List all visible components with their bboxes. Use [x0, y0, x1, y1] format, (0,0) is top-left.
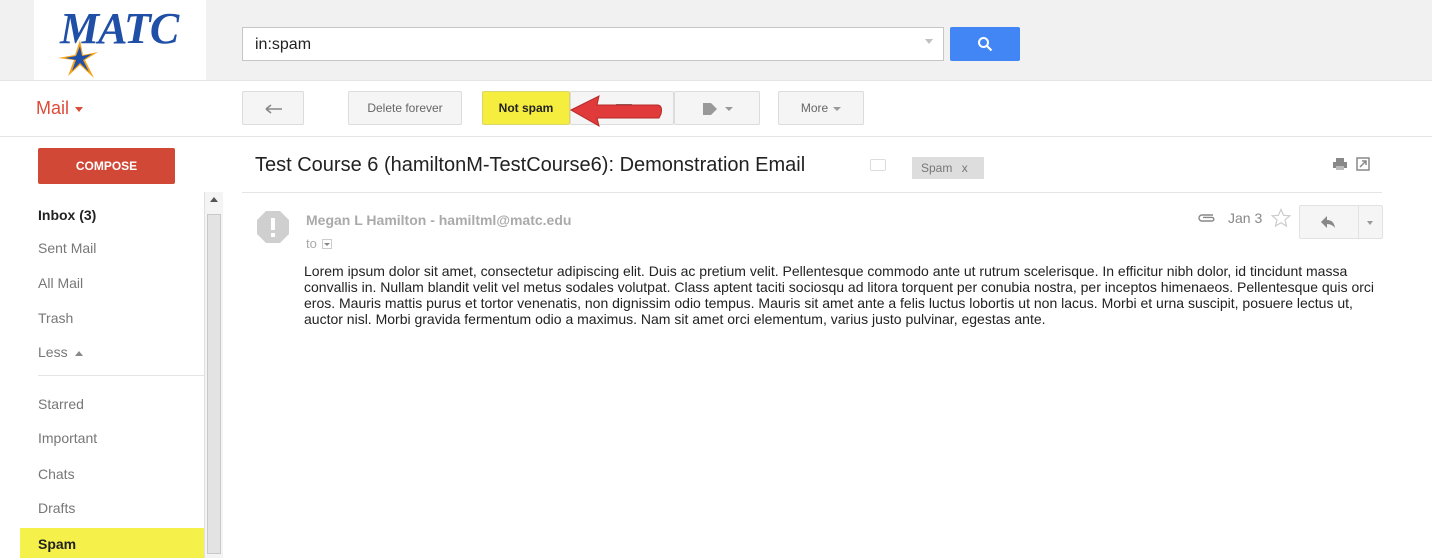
sidebar-item-less[interactable]: Less [38, 344, 84, 360]
chevron-down-icon [833, 106, 842, 111]
message-date: Jan 3 [1228, 210, 1263, 226]
reply-group [1299, 205, 1383, 239]
sidebar-item-starred[interactable]: Starred [38, 396, 84, 412]
more-options-chevron-icon[interactable] [1367, 221, 1373, 225]
print-icon[interactable] [1332, 157, 1348, 171]
sidebar-item-important[interactable]: Important [38, 430, 97, 446]
label-tag-icon [703, 103, 717, 115]
sidebar-divider [38, 375, 204, 376]
chevron-down-icon [725, 107, 733, 111]
reply-divider [1358, 206, 1359, 238]
importance-label-icon[interactable] [870, 159, 886, 171]
new-window-icon[interactable] [1356, 157, 1370, 171]
search-options-icon[interactable] [925, 39, 933, 44]
chevron-down-icon [75, 106, 84, 112]
logo-text: MATC [60, 4, 179, 53]
annotation-arrow-icon [569, 95, 662, 128]
not-spam-button[interactable]: Not spam [482, 91, 570, 125]
search-input[interactable] [253, 33, 907, 57]
star-icon[interactable] [1271, 208, 1291, 228]
recipient-line: to [306, 236, 332, 251]
labels-button[interactable] [674, 91, 760, 125]
sidebar-scrollbar[interactable] [204, 192, 223, 558]
sidebar-item-trash[interactable]: Trash [38, 310, 73, 326]
message-divider [242, 192, 1382, 193]
to-label: to [306, 236, 317, 251]
back-arrow-icon [265, 104, 282, 114]
search-icon [978, 37, 993, 52]
mail-label: Mail [36, 98, 70, 118]
spam-chip-label: Spam [921, 161, 953, 175]
more-label: More [800, 101, 829, 115]
spam-chip-close[interactable]: x [962, 161, 968, 175]
show-details-icon[interactable] [321, 239, 332, 249]
back-button[interactable] [242, 91, 304, 125]
more-button[interactable]: More [778, 91, 864, 125]
scrollbar-thumb[interactable] [207, 214, 221, 554]
sidebar-item-sent-mail[interactable]: Sent Mail [38, 240, 96, 256]
compose-button[interactable]: COMPOSE [38, 148, 175, 184]
mail-menu[interactable]: Mail [36, 98, 84, 119]
sidebar-item-chats[interactable]: Chats [38, 466, 75, 482]
reply-icon[interactable] [1320, 215, 1336, 229]
message-subject: Test Course 6 (hamiltonM-TestCourse6): D… [255, 154, 806, 176]
message-body: Lorem ipsum dolor sit amet, consectetur … [304, 263, 1375, 327]
less-label: Less [38, 344, 68, 360]
search-box[interactable] [242, 27, 944, 61]
sidebar-item-spam[interactable]: Spam [38, 536, 76, 552]
chevron-up-icon [75, 350, 84, 356]
spam-label-chip: Spam x [912, 157, 984, 179]
sidebar-item-drafts[interactable]: Drafts [38, 500, 75, 516]
scroll-up-icon[interactable] [210, 197, 218, 202]
delete-forever-button[interactable]: Delete forever [348, 91, 462, 125]
sidebar-item-inbox[interactable]: Inbox (3) [38, 207, 96, 223]
search-button[interactable] [950, 27, 1020, 61]
attachment-icon [1198, 214, 1215, 222]
sender-name[interactable]: Megan L Hamilton - hamiltml@matc.edu [306, 212, 571, 228]
warning-avatar-icon [257, 211, 289, 243]
sidebar-item-all-mail[interactable]: All Mail [38, 275, 83, 291]
divider [0, 136, 1432, 137]
